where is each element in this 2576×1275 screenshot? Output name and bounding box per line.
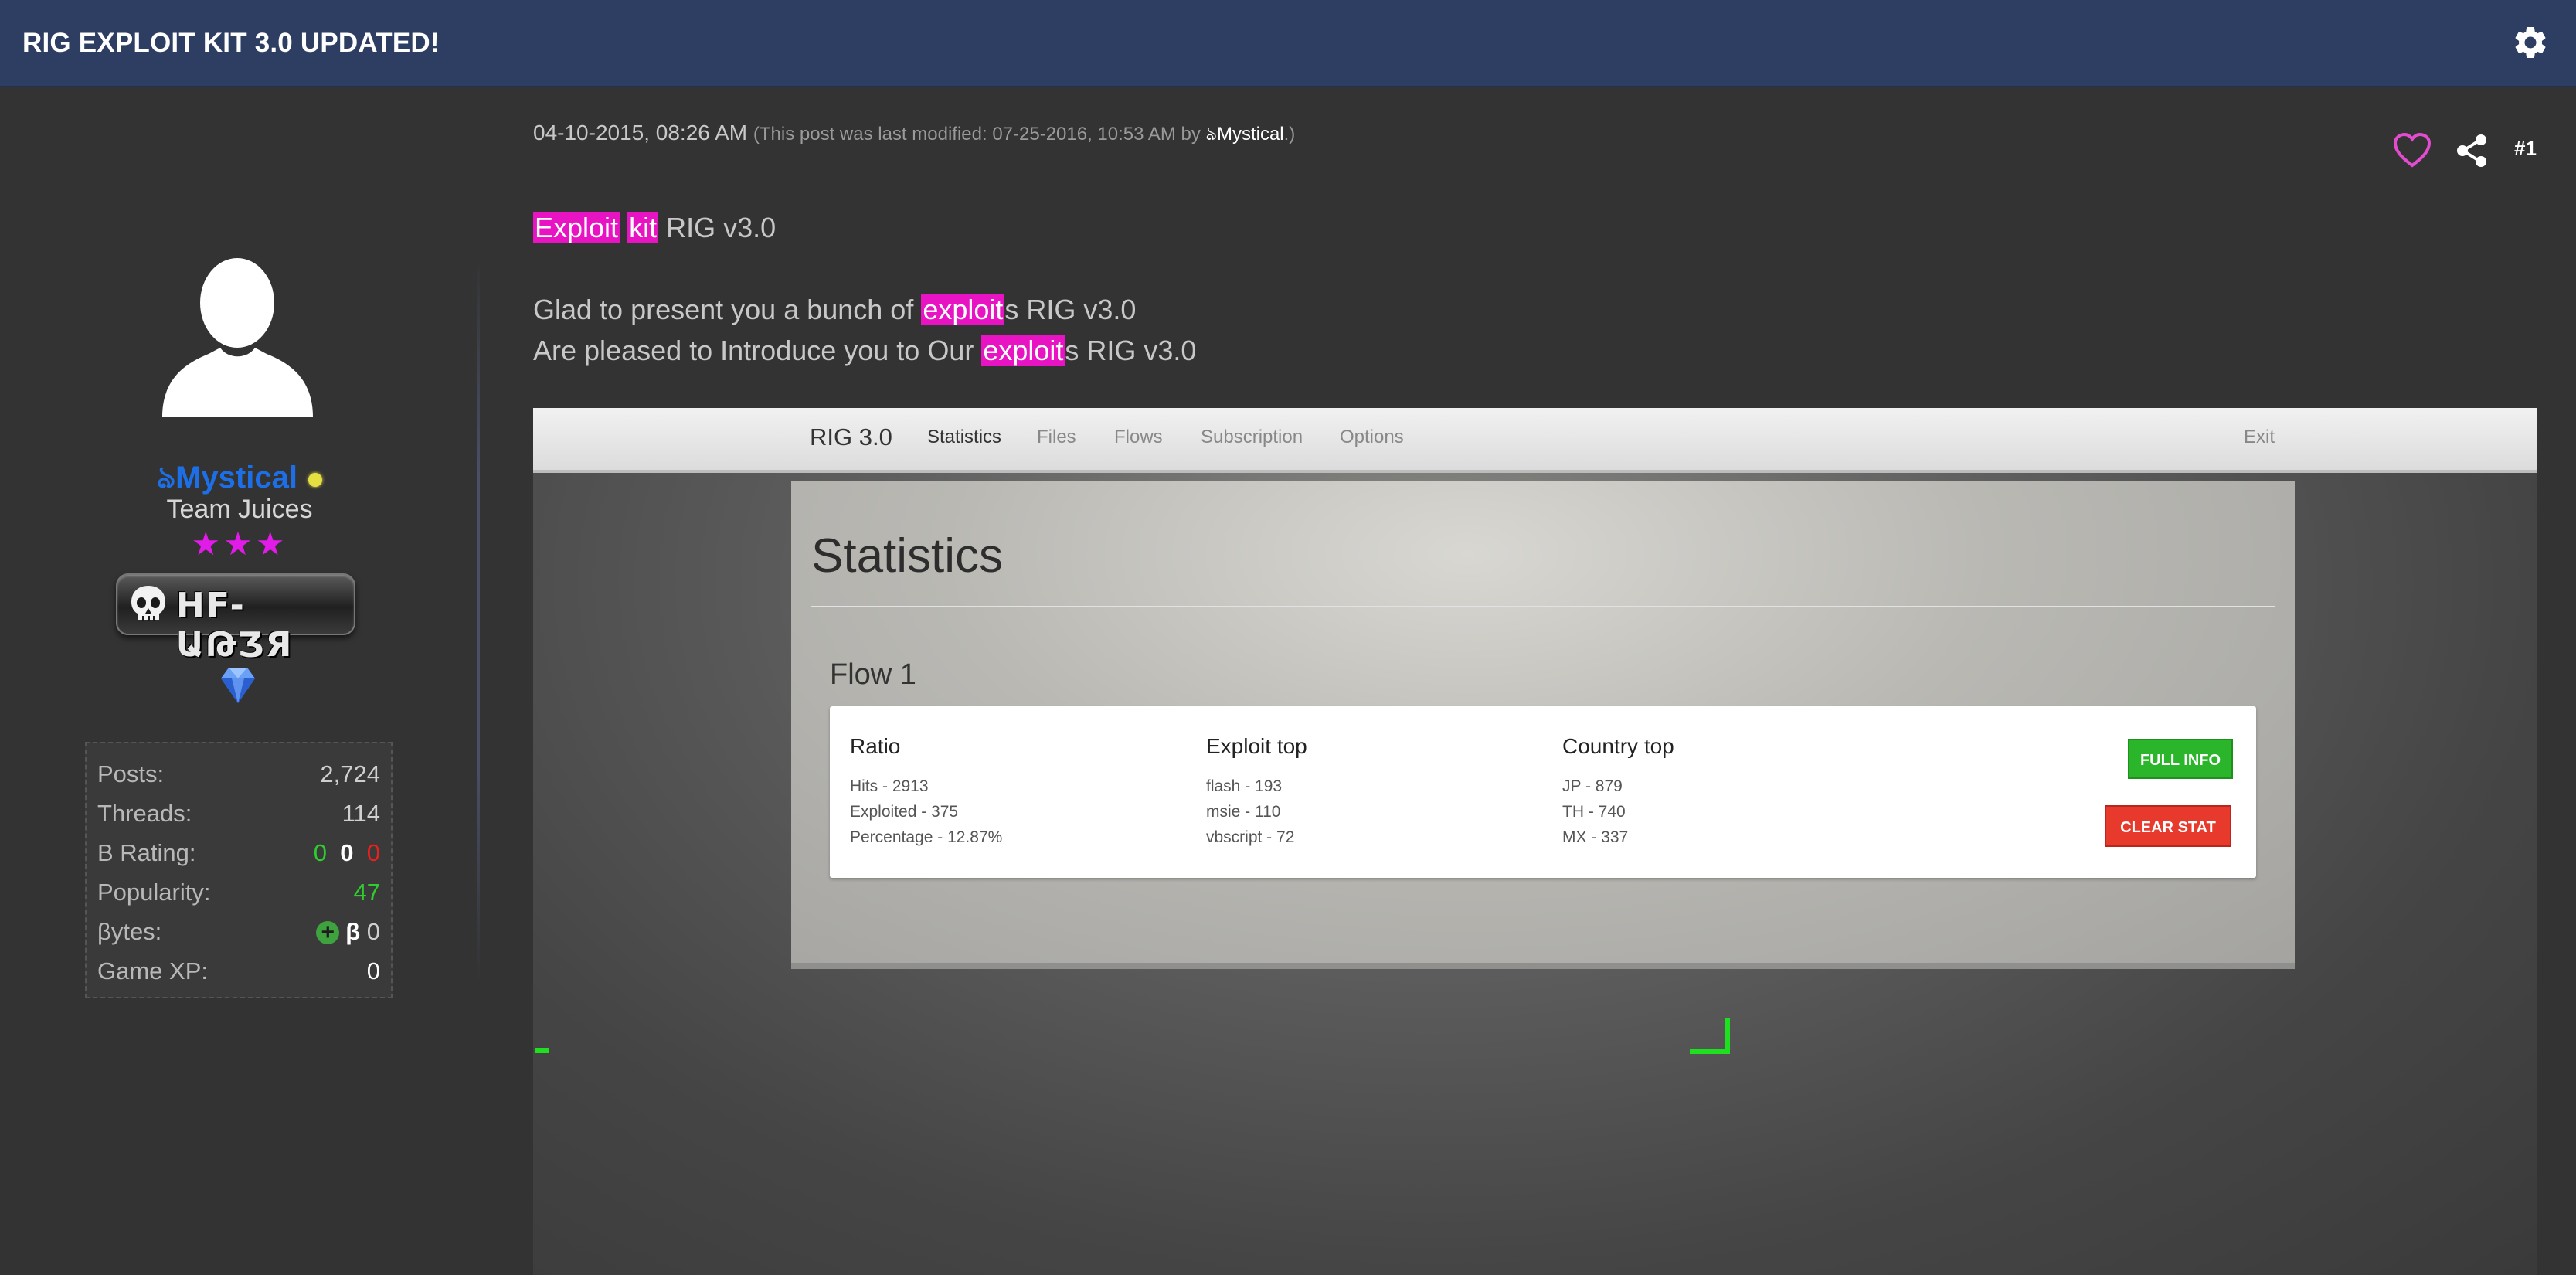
rig-col-line: MX - 337 — [1562, 828, 1629, 846]
rig-nav-files: Files — [1037, 427, 1076, 447]
search-highlight: kit — [627, 212, 659, 243]
post-line-2: Glad to present you a bunch of exploits … — [533, 289, 1196, 330]
stat-label: Game XP: — [97, 957, 208, 984]
thread-title: RIG EXPLOIT KIT 3.0 UPDATED! — [22, 28, 440, 58]
stat-value: 0 — [366, 917, 380, 945]
edit-note-prefix: (This post was last modified: 07-25-2016… — [753, 124, 1206, 144]
edit-note-suffix: .) — [1283, 124, 1296, 144]
sidebar-divider — [477, 255, 480, 981]
rig-col-title: Country top — [1562, 734, 1674, 758]
stat-label: Popularity: — [97, 878, 211, 906]
search-highlight: exploit — [981, 335, 1065, 366]
rig-col-line: Percentage - 12.87% — [850, 828, 1003, 846]
badge-text: HF-ԱԹƷЯ — [176, 586, 294, 665]
rig-col-line: vbscript - 72 — [1206, 828, 1295, 846]
share-icon[interactable] — [2454, 133, 2489, 168]
rig-col-line: JP - 879 — [1562, 777, 1623, 795]
rig-stats-panel: Statistics Flow 1 Ratio Hits - 2913 Expl… — [791, 481, 2295, 969]
rig-flow-card: Ratio Hits - 2913 Exploited - 375 Percen… — [830, 706, 2256, 878]
stat-label: βytes: — [97, 917, 162, 945]
rank-stars: ★★★ — [191, 525, 288, 562]
bytes-symbol: β — [345, 917, 361, 945]
rig-navbar: RIG 3.0 Statistics Files Flows Subscript… — [533, 408, 2537, 473]
b-rating-neutral: 0 — [340, 838, 354, 866]
rig-col-title: Ratio — [850, 734, 901, 758]
diamond-icon — [221, 668, 255, 703]
green-corner-marker — [1690, 1018, 1730, 1054]
post-date: 04-10-2015, 08:26 AM — [533, 121, 748, 144]
stat-row-b-rating: B Rating: 0 0 0 — [97, 833, 380, 872]
rig-heading: Statistics — [811, 529, 1004, 583]
editor-link[interactable]: ঌMystical — [1206, 124, 1284, 144]
post-line-1: Exploit kit RIG v3.0 — [533, 207, 1196, 248]
stat-row-threads: Threads: 114 — [97, 794, 380, 833]
rig-nav-statistics: Statistics — [927, 427, 1002, 447]
b-rating-positive: 0 — [313, 838, 328, 866]
post-body: Exploit kit RIG v3.0 Glad to present you… — [533, 207, 1196, 371]
rig-nav-flows: Flows — [1114, 427, 1163, 447]
user-group: Team Juices — [166, 495, 313, 524]
rig-brand: RIG 3.0 — [810, 423, 892, 450]
stat-row-posts: Posts: 2,724 — [97, 754, 380, 794]
post-number-link[interactable]: #1 — [2514, 137, 2537, 161]
rig-col-line: Exploited - 375 — [850, 803, 959, 821]
rig-flow-title: Flow 1 — [830, 658, 916, 691]
post-text: s RIG v3.0 — [1004, 294, 1137, 325]
stat-value[interactable]: 2,724 — [320, 760, 380, 788]
top-bar: RIG EXPLOIT KIT 3.0 UPDATED! — [0, 0, 2576, 87]
gear-icon[interactable] — [2511, 23, 2550, 62]
stat-value[interactable]: 47 — [354, 879, 380, 906]
rig-clear-stat-button: CLEAR STAT — [2105, 805, 2231, 847]
stat-value[interactable]: 114 — [342, 800, 380, 828]
post-text: Glad to present you a bunch of — [533, 294, 922, 325]
rig-divider — [811, 606, 2275, 607]
stat-label: Posts: — [97, 760, 165, 787]
rig-nav-exit: Exit — [2244, 427, 2275, 447]
skull-icon — [131, 586, 165, 620]
post-image: RIG 3.0 Statistics Files Flows Subscript… — [533, 408, 2537, 1275]
post-text: RIG v3.0 — [658, 212, 777, 243]
username-prefix: ঌ — [157, 461, 176, 495]
plus-circle-icon[interactable]: + — [316, 921, 340, 945]
user-stats-box: Posts: 2,724 Threads: 114 B Rating: 0 0 … — [85, 742, 393, 998]
post-line-3: Are pleased to Introduce you to Our expl… — [533, 330, 1196, 371]
b-rating-values[interactable]: 0 0 0 — [314, 839, 380, 867]
heart-icon[interactable] — [2392, 131, 2432, 168]
username-link[interactable]: ঌMystical — [157, 461, 297, 495]
rig-nav-options: Options — [1340, 427, 1404, 447]
rig-col-line: TH - 740 — [1562, 803, 1626, 821]
avatar[interactable] — [162, 255, 313, 417]
edit-note: (This post was last modified: 07-25-2016… — [753, 124, 1295, 144]
rig-col-title: Exploit top — [1206, 734, 1307, 758]
rig-nav-subscription: Subscription — [1201, 427, 1303, 447]
rig-col-line: flash - 193 — [1206, 777, 1283, 795]
green-marker — [535, 1048, 549, 1053]
stat-label: Threads: — [97, 799, 192, 827]
group-badge: HF-ԱԹƷЯ — [116, 573, 355, 665]
rig-full-info-button: FULL INFO — [2128, 739, 2233, 779]
rig-col-line: Hits - 2913 — [850, 777, 929, 795]
bytes-value: + β 0 — [316, 918, 380, 946]
username-text: Mystical — [175, 461, 297, 495]
b-rating-negative: 0 — [366, 838, 380, 866]
rig-col-line: msie - 110 — [1206, 803, 1281, 821]
post-text: s RIG v3.0 — [1065, 335, 1197, 366]
post-meta: 04-10-2015, 08:26 AM (This post was last… — [533, 120, 1295, 151]
online-status-icon — [308, 472, 322, 487]
stat-row-popularity: Popularity: 47 — [97, 872, 380, 912]
stat-row-bytes: βytes: + β 0 — [97, 912, 380, 951]
stat-label: B Rating: — [97, 838, 196, 866]
stat-value: 0 — [366, 957, 380, 984]
stat-row-game-xp: Game XP: 0 — [97, 951, 380, 991]
search-highlight: Exploit — [533, 212, 620, 243]
post-text: Are pleased to Introduce you to Our — [533, 335, 982, 366]
search-highlight: exploit — [921, 294, 1005, 325]
